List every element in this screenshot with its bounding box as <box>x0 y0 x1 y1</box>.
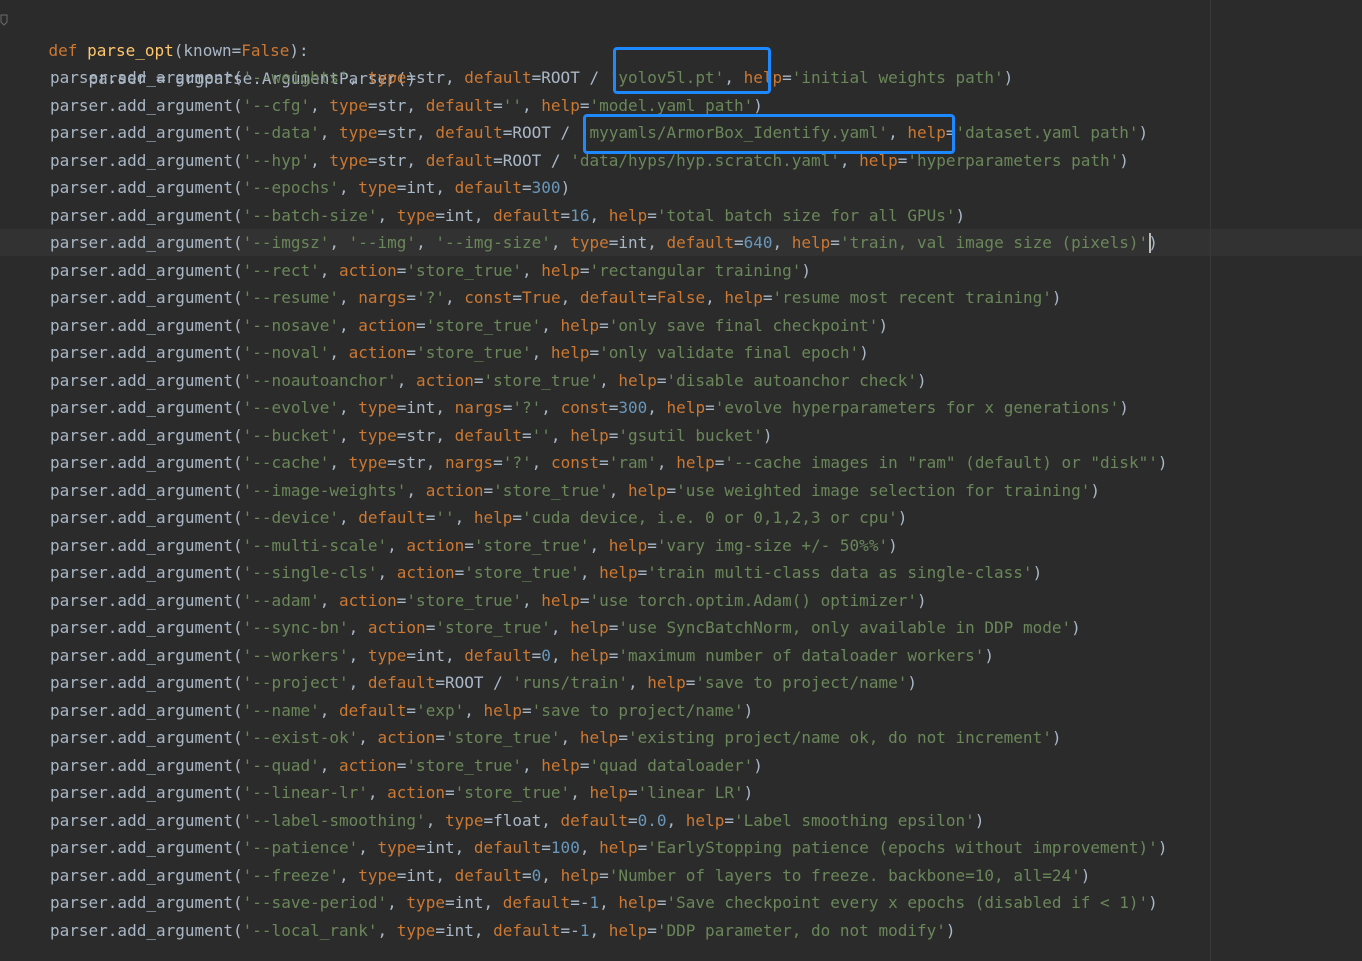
code-line[interactable]: parser.add_argument('--name', default='e… <box>50 697 753 725</box>
code-line[interactable]: parser.add_argument('--batch-size', type… <box>50 202 965 230</box>
code-line[interactable]: parser.add_argument('--evolve', type=int… <box>50 394 1129 422</box>
code-line[interactable]: parser.add_argument('--imgsz', '--img', … <box>50 229 1158 257</box>
code-line[interactable]: parser.add_argument('--adam', action='st… <box>50 587 927 615</box>
code-line[interactable]: parser.add_argument('--sync-bn', action=… <box>50 614 1081 642</box>
right-margin-guide <box>1210 0 1211 961</box>
code-line[interactable]: parser.add_argument('--image-weights', a… <box>50 477 1100 505</box>
code-line[interactable]: parser.add_argument('--linear-lr', actio… <box>50 779 753 807</box>
code-line[interactable]: parser.add_argument('--project', default… <box>50 669 917 697</box>
code-line[interactable]: parser.add_argument('--rect', action='st… <box>50 257 811 285</box>
code-line[interactable]: parser.add_argument('--exist-ok', action… <box>50 724 1061 752</box>
code-editor[interactable]: def parse_opt(known=False): parser = arg… <box>0 0 1362 961</box>
code-line[interactable]: parser.add_argument('--local_rank', type… <box>50 917 956 945</box>
fold-icon[interactable] <box>0 14 8 26</box>
code-line[interactable]: parser.add_argument('--noval', action='s… <box>50 339 869 367</box>
code-line[interactable]: parser.add_argument('--label-smoothing',… <box>50 807 984 835</box>
code-line[interactable]: parser.add_argument('--bucket', type=str… <box>50 422 773 450</box>
code-line[interactable]: parser.add_argument('--resume', nargs='?… <box>50 284 1062 312</box>
code-line[interactable]: parser.add_argument('--nosave', action='… <box>50 312 888 340</box>
parser-line[interactable]: parser = argparse.ArgumentParser() <box>50 37 417 88</box>
code-line[interactable]: parser.add_argument('--device', default=… <box>50 504 907 532</box>
code-line[interactable]: parser.add_argument('--epochs', type=int… <box>50 174 570 202</box>
code-line[interactable]: parser.add_argument('--noautoanchor', ac… <box>50 367 927 395</box>
def-line[interactable]: def parse_opt(known=False): <box>10 9 309 60</box>
code-line[interactable]: parser.add_argument('--save-period', typ… <box>50 889 1158 917</box>
code-line[interactable]: parser.add_argument('--multi-scale', act… <box>50 532 898 560</box>
code-line[interactable]: parser.add_argument('--single-cls', acti… <box>50 559 1042 587</box>
code-line[interactable]: parser.add_argument('--freeze', type=int… <box>50 862 1090 890</box>
code-line[interactable]: parser.add_argument('--weights', type=st… <box>50 64 1013 92</box>
code-line[interactable]: parser.add_argument('--patience', type=i… <box>50 834 1167 862</box>
annotation-box-data <box>583 114 955 154</box>
code-line[interactable]: parser.add_argument('--cache', type=str,… <box>50 449 1167 477</box>
annotation-box-weights <box>613 47 771 94</box>
text-cursor <box>1149 233 1151 253</box>
code-line[interactable]: parser.add_argument('--quad', action='st… <box>50 752 763 780</box>
code-line[interactable]: parser.add_argument('--workers', type=in… <box>50 642 994 670</box>
